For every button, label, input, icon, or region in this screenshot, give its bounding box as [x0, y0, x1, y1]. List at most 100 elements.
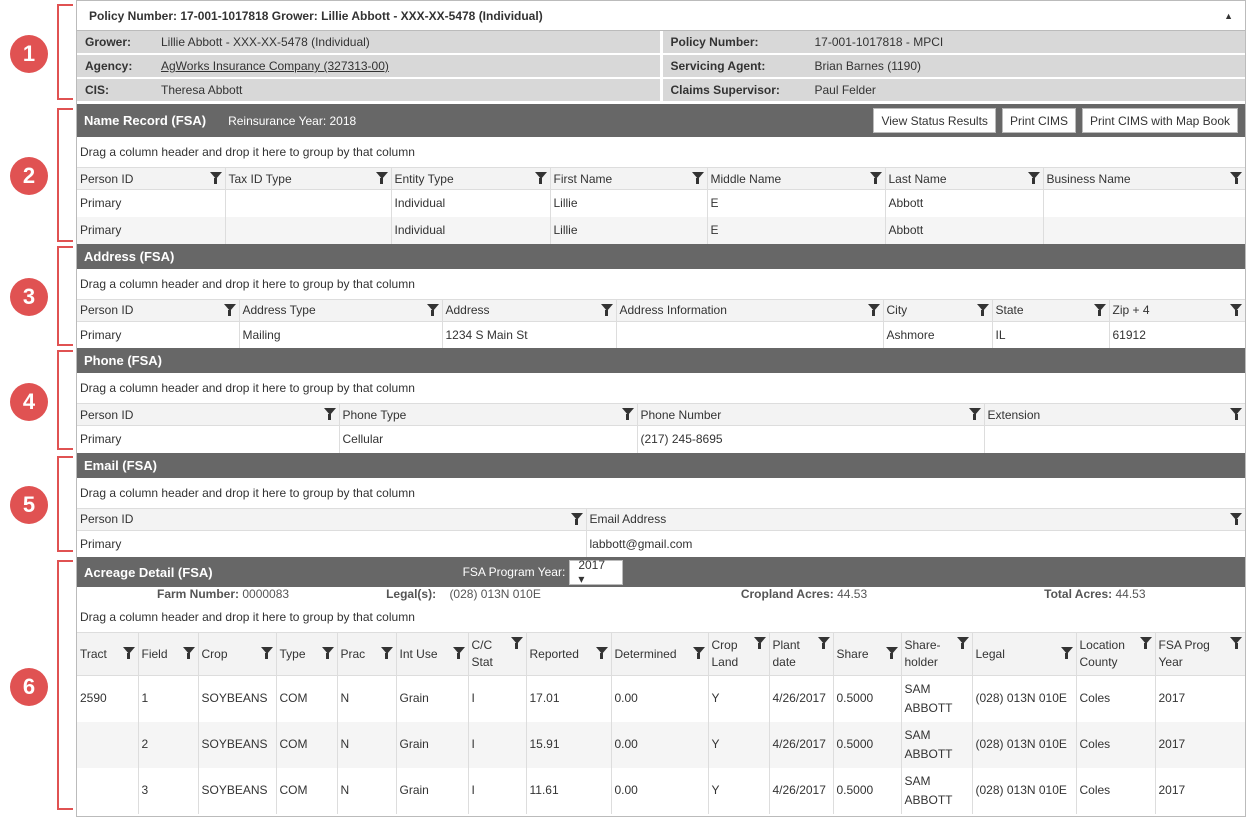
column-header[interactable]: Person ID	[77, 403, 339, 426]
column-header[interactable]: Determined	[610, 632, 708, 676]
column-header[interactable]: Tract	[77, 632, 138, 676]
fsa-program-year-select[interactable]: 2017 ▾	[569, 558, 624, 586]
filter-icon[interactable]	[1230, 512, 1242, 525]
column-header[interactable]: Address	[441, 298, 616, 322]
filter-icon[interactable]	[223, 303, 236, 316]
filter-icon[interactable]	[1060, 647, 1073, 659]
filter-icon[interactable]	[375, 172, 388, 184]
filter-icon[interactable]	[600, 303, 613, 316]
column-header[interactable]: Address Type	[238, 298, 442, 322]
column-header[interactable]: Middle Name	[706, 167, 885, 190]
filter-icon[interactable]	[321, 647, 334, 659]
callout-2: 2	[10, 157, 48, 195]
filter-icon[interactable]	[885, 647, 898, 659]
column-header[interactable]: State	[991, 298, 1109, 322]
column-header[interactable]: Person ID	[77, 298, 239, 322]
column-header[interactable]: Person ID	[77, 167, 225, 190]
column-header[interactable]: Plant date	[768, 632, 833, 676]
agency-link[interactable]: AgWorks Insurance Company (327313-00)	[161, 59, 389, 73]
filter-icon[interactable]	[510, 637, 523, 649]
group-by-drop-zone[interactable]: Drag a column header and drop it here to…	[77, 373, 1245, 403]
filter-icon[interactable]	[621, 408, 634, 420]
table-row[interactable]: Primary Individual Lillie E Abbott	[77, 189, 1245, 217]
filter-icon[interactable]	[534, 172, 547, 184]
filter-icon[interactable]	[968, 408, 981, 420]
filter-icon[interactable]	[1230, 408, 1242, 420]
table-row[interactable]: Primary Individual Lillie E Abbott	[77, 216, 1245, 244]
column-header[interactable]: Extension	[983, 403, 1245, 426]
filter-icon[interactable]	[976, 303, 989, 316]
column-header[interactable]: Crop	[197, 632, 276, 676]
column-header[interactable]: Int Use	[395, 632, 468, 676]
column-header[interactable]: Type	[275, 632, 337, 676]
print-cims-map-book-button[interactable]: Print CIMS with Map Book	[1081, 108, 1238, 133]
group-by-drop-zone[interactable]: Drag a column header and drop it here to…	[77, 137, 1245, 167]
print-cims-button[interactable]: Print CIMS	[1001, 108, 1076, 133]
column-header[interactable]: FSA Prog Year	[1154, 632, 1245, 676]
table-cell: Grain	[395, 721, 468, 768]
table-row[interactable]: Primary Mailing 1234 S Main St Ashmore I…	[77, 321, 1245, 348]
column-header[interactable]: Address Information	[615, 298, 883, 322]
column-header[interactable]: Share	[832, 632, 901, 676]
table-row[interactable]: 2590 1 SOYBEANS COM N Grain I 17.01 0.00…	[77, 675, 1245, 722]
column-header[interactable]: Business Name	[1042, 167, 1245, 190]
filter-icon[interactable]	[260, 647, 273, 659]
farm-summary-row: Farm Number: 0000083 Legal(s): (028) 013…	[77, 587, 1245, 602]
filter-icon[interactable]	[692, 647, 705, 659]
section-title: Address (FSA)	[84, 248, 175, 264]
filter-icon[interactable]	[380, 647, 393, 659]
filter-icon[interactable]	[691, 172, 704, 184]
filter-icon[interactable]	[426, 303, 439, 316]
policy-header-bar[interactable]: Policy Number: 17-001-1017818 Grower: Li…	[77, 1, 1245, 31]
table-row[interactable]: Primary labbott@gmail.com	[77, 530, 1245, 557]
column-header[interactable]: Reported	[525, 632, 611, 676]
filter-icon[interactable]	[956, 637, 969, 649]
column-header[interactable]: Phone Type	[338, 403, 637, 426]
column-header[interactable]: Phone Number	[636, 403, 984, 426]
filter-icon[interactable]	[1093, 303, 1106, 316]
column-header[interactable]: Entity Type	[390, 167, 550, 190]
triangle-up-icon[interactable]: ▲	[1224, 11, 1233, 21]
column-header[interactable]: Prac	[336, 632, 396, 676]
column-header[interactable]: Tax ID Type	[224, 167, 391, 190]
info-label: CIS:	[85, 83, 109, 97]
group-by-drop-zone[interactable]: Drag a column header and drop it here to…	[77, 477, 1245, 508]
column-header[interactable]: First Name	[549, 167, 707, 190]
column-header[interactable]: Location County	[1075, 632, 1155, 676]
filter-icon[interactable]	[1027, 172, 1040, 184]
view-status-results-button[interactable]: View Status Results	[873, 108, 996, 133]
column-header[interactable]: Crop Land	[707, 632, 769, 676]
filter-icon[interactable]	[452, 647, 465, 659]
filter-icon[interactable]	[1139, 637, 1152, 649]
filter-icon[interactable]	[867, 303, 880, 316]
filter-icon[interactable]	[753, 637, 766, 649]
filter-icon[interactable]	[869, 172, 882, 184]
column-header[interactable]: City	[882, 298, 992, 322]
filter-icon[interactable]	[1230, 303, 1242, 316]
column-header[interactable]: C/C Stat	[467, 632, 526, 676]
filter-icon[interactable]	[570, 512, 583, 525]
filter-icon[interactable]	[1230, 637, 1242, 649]
table-row[interactable]: 2 SOYBEANS COM N Grain I 15.91 0.00 Y 4/…	[77, 721, 1245, 768]
column-header[interactable]: Email Address	[585, 507, 1245, 531]
column-header[interactable]: Legal	[971, 632, 1076, 676]
table-row[interactable]: 3 SOYBEANS COM N Grain I 11.61 0.00 Y 4/…	[77, 767, 1245, 814]
filter-icon[interactable]	[595, 647, 608, 659]
column-header[interactable]: Person ID	[77, 507, 586, 531]
filter-icon[interactable]	[1230, 172, 1242, 184]
filter-icon[interactable]	[122, 647, 135, 659]
group-by-drop-zone[interactable]: Drag a column header and drop it here to…	[77, 602, 1245, 632]
filter-icon[interactable]	[182, 647, 195, 659]
filter-icon[interactable]	[209, 172, 222, 184]
column-header[interactable]: Zip + 4	[1108, 298, 1245, 322]
column-header[interactable]: Share-holder	[900, 632, 972, 676]
table-cell	[77, 721, 138, 768]
table-row[interactable]: Primary Cellular (217) 245-8695	[77, 425, 1245, 453]
column-header[interactable]: Last Name	[884, 167, 1043, 190]
farm-value: (028) 013N 010E	[449, 587, 541, 601]
info-row-policy-number: Policy Number: 17-001-1017818 - MPCI	[662, 31, 1245, 53]
filter-icon[interactable]	[817, 637, 830, 649]
column-header[interactable]: Field	[137, 632, 198, 676]
group-by-drop-zone[interactable]: Drag a column header and drop it here to…	[77, 268, 1245, 299]
filter-icon[interactable]	[323, 408, 336, 420]
